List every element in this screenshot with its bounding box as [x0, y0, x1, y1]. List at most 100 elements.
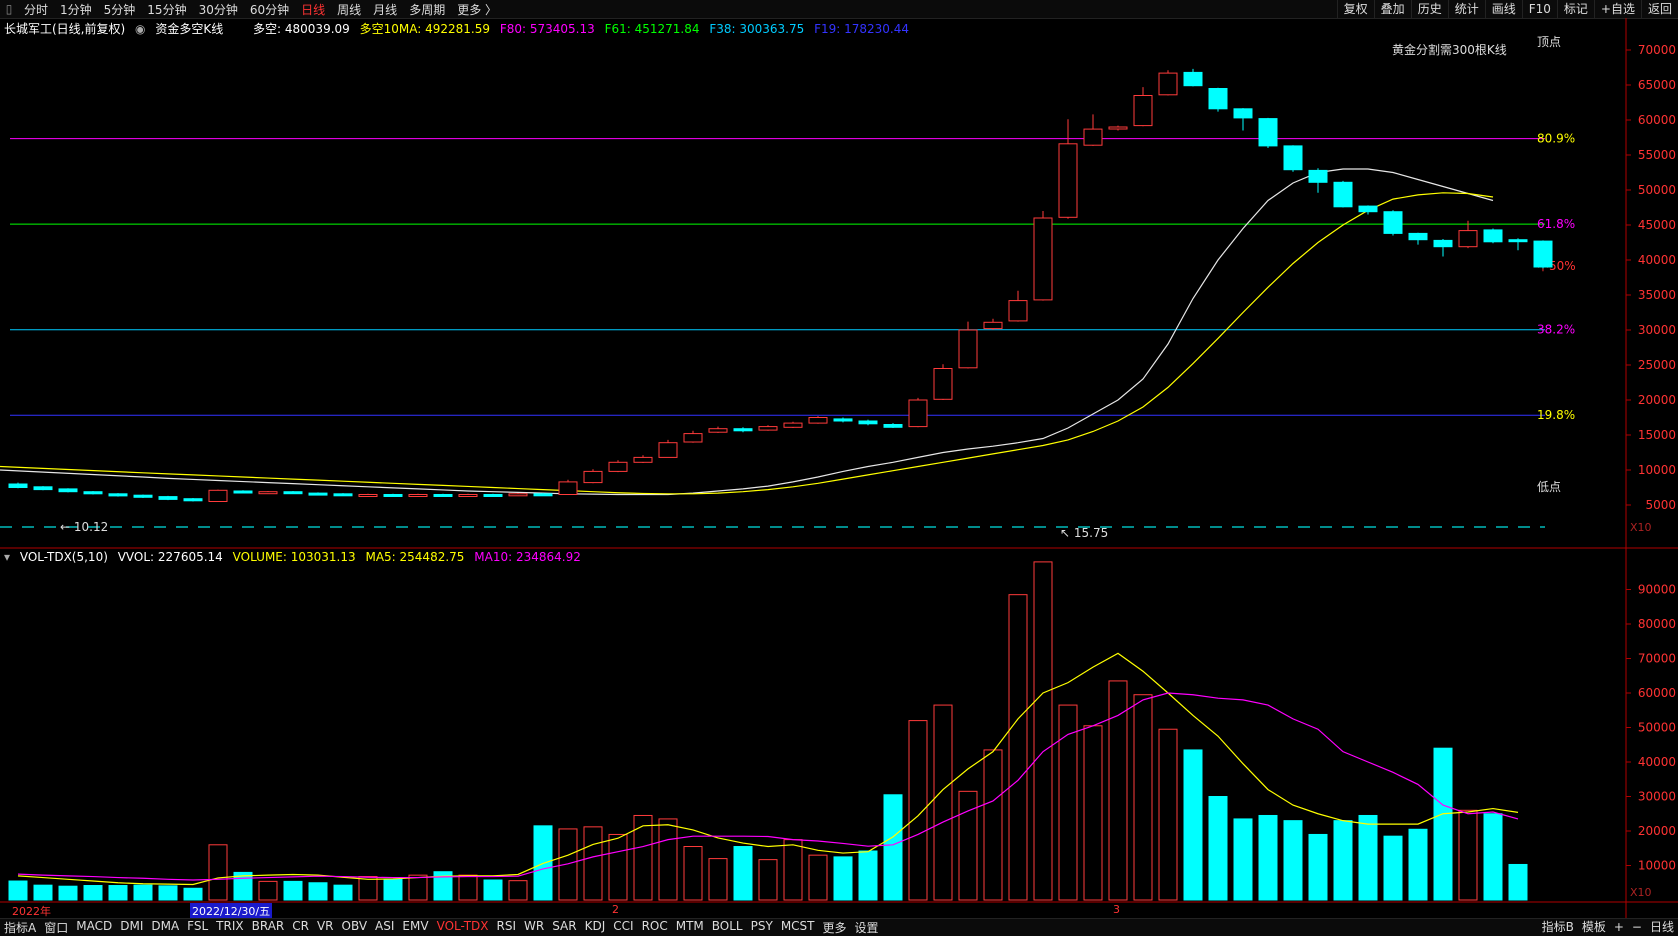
fib-label-3: 19.8% [1537, 408, 1575, 422]
indicator-name[interactable]: 资金多空K线 [155, 22, 223, 36]
volume-bar [183, 887, 203, 901]
indicator-tab-9[interactable]: VR [313, 919, 338, 936]
candle-body [1058, 143, 1078, 218]
indicator-tab-20[interactable]: MTM [672, 919, 708, 936]
period-tab-0[interactable]: 分时 [18, 1, 54, 18]
indicator-tab-13[interactable]: VOL-TDX [433, 919, 493, 936]
candle-body [1208, 88, 1228, 110]
candle-body [208, 489, 228, 502]
collapse-icon[interactable]: ▯ [0, 0, 18, 18]
low-label: 低点 [1537, 480, 1561, 494]
indicator-tab-2[interactable]: MACD [72, 919, 116, 936]
indicator-tab-15[interactable]: WR [520, 919, 548, 936]
indicator-tab-11[interactable]: ASI [371, 919, 398, 936]
indicator-right-2[interactable]: + [1610, 919, 1628, 936]
indicator-right-3[interactable]: − [1628, 919, 1646, 936]
period-tab-7[interactable]: 周线 [331, 1, 367, 18]
period-toolbar: ▯ 分时 1分钟 5分钟 15分钟 30分钟 60分钟 日线 周线 月线 多周期 更多 〉 复权 叠加… [0, 0, 1678, 19]
tool-button-2[interactable]: 历史 [1410, 0, 1448, 18]
indicator-tab-21[interactable]: BOLL [708, 919, 747, 936]
candle-body [708, 428, 728, 433]
tool-button-3[interactable]: 统计 [1447, 0, 1485, 18]
candle-body [808, 417, 828, 424]
indicator-tab-17[interactable]: KDJ [581, 919, 610, 936]
volume-bar [133, 884, 153, 901]
indicator-right-0[interactable]: 指标B [1538, 919, 1578, 936]
period-tab-2[interactable]: 5分钟 [98, 1, 142, 18]
indicator-tab-5[interactable]: FSL [183, 919, 212, 936]
vol-tick-label: 70000 [1638, 652, 1676, 666]
period-tab-3[interactable]: 15分钟 [141, 1, 192, 18]
indicator-tab-16[interactable]: SAR [548, 919, 580, 936]
indicator-tab-4[interactable]: DMA [147, 919, 183, 936]
volume-bar [583, 826, 603, 901]
volume-bar [1483, 813, 1503, 901]
indicator-tab-8[interactable]: CR [288, 919, 313, 936]
indicator-tab-23[interactable]: MCST [777, 919, 819, 936]
annotation-low: ← 10.12 [60, 520, 108, 534]
indicator-tabs: 指标A 窗口 MACD DMI DMA FSL TRIX BRAR CR VR OBV ASI EMV V… [0, 919, 883, 936]
candle-body [933, 368, 953, 400]
vol-tick-label: 50000 [1638, 721, 1676, 735]
period-tab-5[interactable]: 60分钟 [244, 1, 295, 18]
indicator-tab-19[interactable]: ROC [638, 919, 672, 936]
period-tab-9[interactable]: 多周期 [403, 1, 451, 18]
indicator-tab-18[interactable]: CCI [609, 919, 637, 936]
indicator-tab-12[interactable]: EMV [398, 919, 432, 936]
candle-body [758, 426, 778, 431]
f19-value: F19: 178230.44 [814, 22, 909, 36]
volume-bar [1133, 694, 1153, 901]
mid-label: 中50% [1537, 258, 1576, 273]
period-tab-10[interactable]: 更多 〉 [451, 1, 503, 18]
volume-bar [1433, 747, 1453, 901]
duokong-ma10: 多空10MA: 492281.59 [359, 22, 490, 36]
candle-body [133, 494, 153, 498]
volume-bar [1333, 820, 1353, 901]
volume-bar [1108, 680, 1128, 901]
indicator-right-1[interactable]: 模板 [1578, 919, 1610, 936]
volume-bar [233, 871, 253, 901]
volume-bar [808, 854, 828, 901]
tool-button-6[interactable]: 标记 [1556, 0, 1594, 18]
volume-bar [783, 839, 803, 901]
candle-body [458, 494, 478, 497]
candle-body [1033, 217, 1053, 301]
price-tick-label: 60000 [1638, 113, 1676, 127]
indicator-right-4[interactable]: 日线 [1646, 919, 1678, 936]
month-label-2: 2 [612, 903, 619, 916]
period-tab-8[interactable]: 月线 [367, 1, 403, 18]
indicator-tab-1[interactable]: 窗口 [40, 919, 72, 936]
indicator-tab-22[interactable]: PSY [747, 919, 777, 936]
kline-chart[interactable]: 5000 10000 15000 20000 25000 30000 35000 40000 4… [0, 0, 1678, 935]
indicator-tab-24[interactable]: 更多 [819, 919, 851, 936]
tool-button-1[interactable]: 叠加 [1373, 0, 1411, 18]
period-tab-4[interactable]: 30分钟 [193, 1, 244, 18]
indicator-tab-14[interactable]: RSI [493, 919, 521, 936]
tool-button-5[interactable]: F10 [1521, 0, 1557, 18]
indicator-tab-6[interactable]: TRIX [212, 919, 247, 936]
volume-bar [1008, 594, 1028, 901]
period-tab-1[interactable]: 1分钟 [54, 1, 98, 18]
tool-button-7[interactable]: +自选 [1593, 0, 1641, 18]
indicator-tab-0[interactable]: 指标A [0, 919, 40, 936]
indicator-tab-25[interactable]: 设置 [851, 919, 883, 936]
candle-body [158, 496, 178, 500]
indicator-tab-10[interactable]: OBV [338, 919, 372, 936]
vol-collapse-icon[interactable]: ▾ [4, 550, 10, 564]
right-tools: 复权 叠加 历史 统计 画线 F10 标记 +自选 返回 [1336, 0, 1678, 18]
volume-bar [1408, 828, 1428, 901]
volume-bar [358, 876, 378, 901]
fib-label-2: 38.2% [1537, 323, 1575, 337]
period-tabs: 分时 1分钟 5分钟 15分钟 30分钟 60分钟 日线 周线 月线 多周期 更多 〉 [18, 1, 503, 18]
tool-button-0[interactable]: 复权 [1336, 0, 1374, 18]
tool-button-8[interactable]: 返回 [1640, 0, 1678, 18]
candle-body [358, 494, 378, 497]
period-tab-6[interactable]: 日线 [295, 1, 331, 18]
tool-button-4[interactable]: 画线 [1484, 0, 1522, 18]
candle-body [8, 483, 28, 488]
indicator-tab-7[interactable]: BRAR [248, 919, 289, 936]
indicator-tab-3[interactable]: DMI [116, 919, 147, 936]
candle-body [33, 486, 53, 491]
vol-indicator-name[interactable]: VOL-TDX(5,10) [20, 550, 108, 564]
volume-bar [1383, 835, 1403, 901]
